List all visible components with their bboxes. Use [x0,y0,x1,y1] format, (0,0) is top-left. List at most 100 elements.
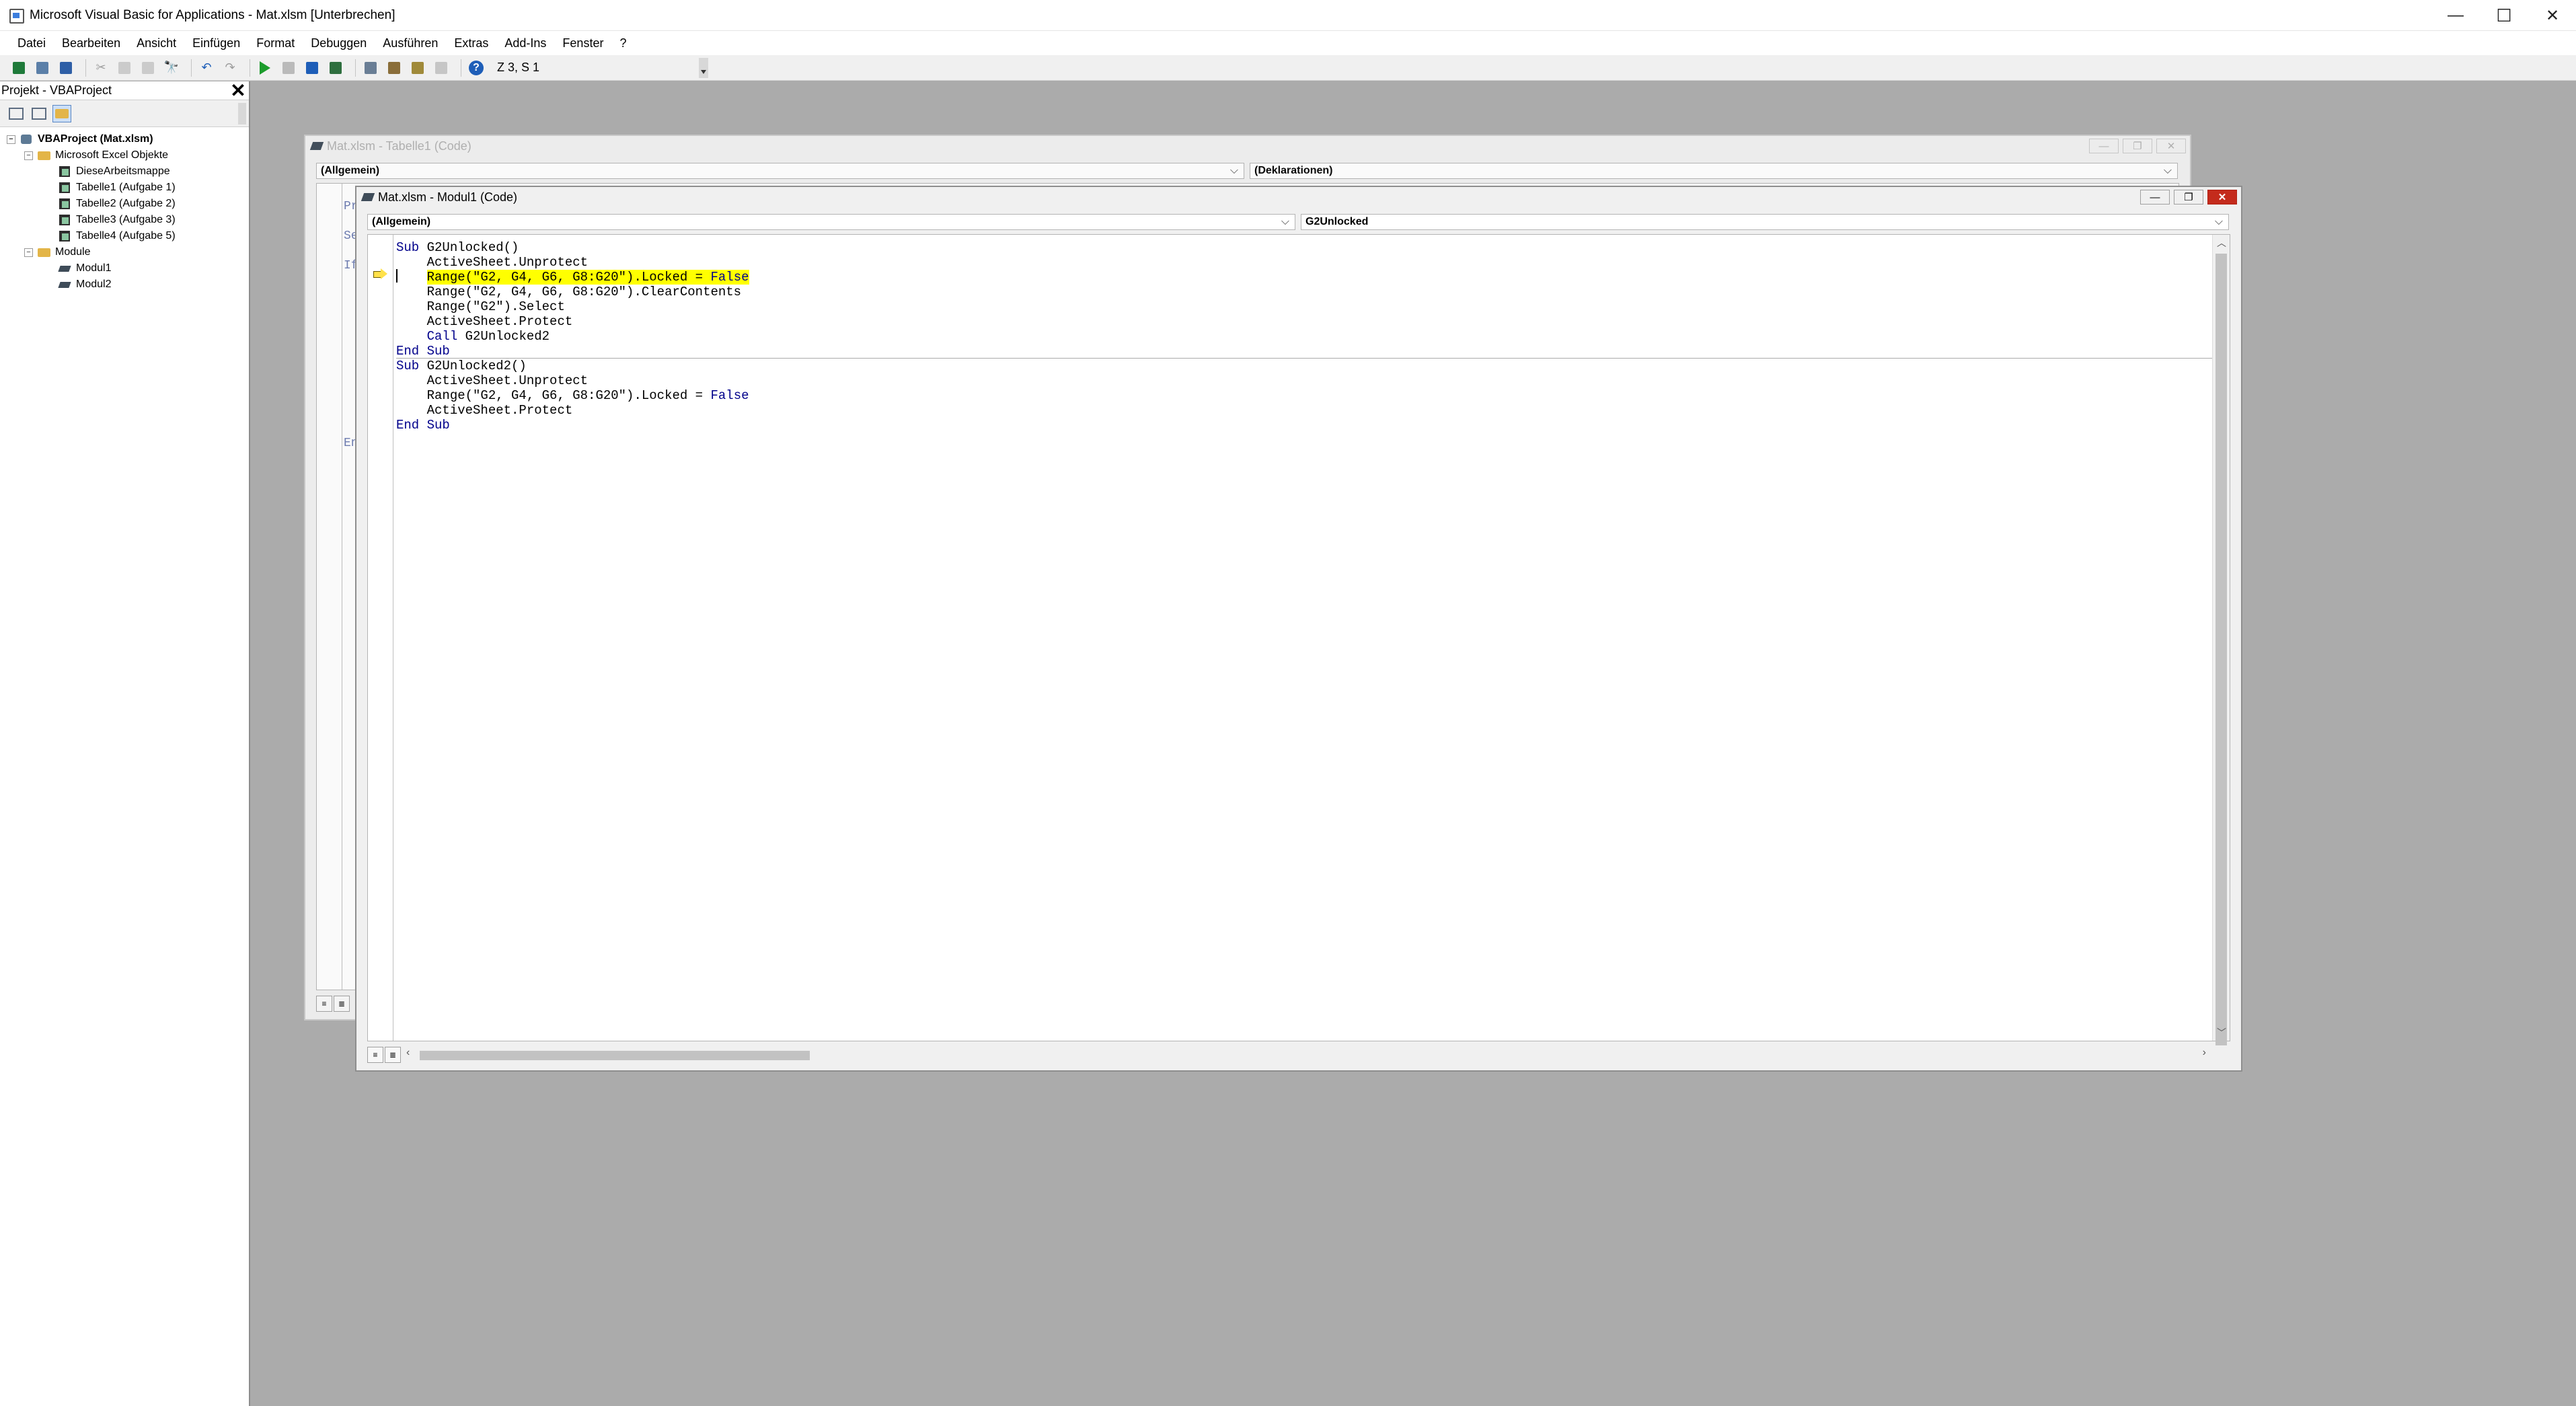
run-icon[interactable] [256,59,274,77]
tree-node-sheet[interactable]: Tabelle1 (Aufgabe 1) [0,180,249,196]
code-line[interactable]: Range("G2, G4, G6, G8:G20").ClearContent… [396,285,749,299]
paste-icon[interactable] [139,59,157,77]
tree-node-module[interactable]: Modul1 [0,260,249,276]
project-explorer-icon[interactable] [361,59,380,77]
close-project-explorer-icon[interactable]: ✕ [229,81,248,100]
close-button[interactable]: ✕ [2515,0,2576,31]
restore-button[interactable]: ❐ [2174,190,2203,205]
code-line[interactable]: Range("G2, G4, G6, G8:G20").Locked = Fal… [396,270,749,285]
code-line[interactable]: ActiveSheet.Unprotect [396,373,749,388]
menu-ansicht[interactable]: Ansicht [128,36,184,50]
menu-fenster[interactable]: Fenster [554,36,611,50]
save-icon[interactable] [56,59,75,77]
code-gutter [317,184,342,990]
scroll-right-icon[interactable]: › [2203,1047,2206,1059]
code-window-titlebar[interactable]: Mat.xlsm - Modul1 (Code) — ❐ ✕ [356,187,2241,207]
standard-toolbar: ✂ 🔭 ↶ ↷ Z 3, S 1 [0,55,2576,81]
code-line[interactable]: Range("G2").Select [396,299,749,314]
toggle-folders-icon[interactable] [52,104,71,122]
code-line[interactable]: Range("G2, G4, G6, G8:G20").Locked = Fal… [396,388,749,403]
code-line[interactable]: End Sub [396,344,749,359]
insert-userform-icon[interactable] [33,59,52,77]
scroll-down-icon[interactable]: ﹀ [2213,1025,2230,1041]
scroll-left-icon[interactable]: ‹ [406,1047,410,1059]
code-editor[interactable]: Sub G2Unlocked() ActiveSheet.Unprotect R… [367,234,2230,1047]
full-module-view-icon[interactable]: ≣ [385,1047,401,1063]
cut-icon[interactable]: ✂ [91,59,110,77]
minimize-button[interactable]: — [2089,139,2119,153]
procedure-view-icon[interactable]: ≡ [367,1047,383,1063]
collapse-toggle[interactable]: − [24,248,33,257]
procedure-view-icon[interactable]: ≡ [316,996,332,1012]
restore-button[interactable]: ❐ [2123,139,2152,153]
worksheet-icon [58,230,73,242]
vertical-scrollbar[interactable]: ︿ ﹀ [2212,235,2230,1047]
menu-format[interactable]: Format [248,36,303,50]
menu-help[interactable]: ? [611,36,634,50]
module-icon [58,279,73,291]
tree-node-sheet[interactable]: Tabelle4 (Aufgabe 5) [0,228,249,244]
help-icon[interactable] [467,59,486,77]
code-line[interactable]: Sub G2Unlocked() [396,240,749,255]
code-line[interactable]: ActiveSheet.Protect [396,314,749,329]
menu-bearbeiten[interactable]: Bearbeiten [54,36,128,50]
tree-node-modules[interactable]: − Module [0,244,249,260]
menu-datei[interactable]: Datei [9,36,54,50]
tree-node-label: Tabelle2 (Aufgabe 2) [76,198,176,209]
undo-icon[interactable]: ↶ [197,59,216,77]
menu-debuggen[interactable]: Debuggen [303,36,375,50]
project-toolbar-grip[interactable] [238,103,246,124]
menu-ausfuehren[interactable]: Ausführen [375,36,446,50]
procedure-combo[interactable]: (Deklarationen) ⌵ [1250,163,2178,179]
code-line[interactable]: ActiveSheet.Protect [396,403,749,418]
properties-icon[interactable] [385,59,404,77]
view-object-icon[interactable] [30,105,48,122]
code-window-modul1[interactable]: Mat.xlsm - Modul1 (Code) — ❐ ✕ (Allgemei… [355,186,2242,1072]
close-button[interactable]: ✕ [2207,190,2237,205]
close-button[interactable]: ✕ [2156,139,2186,153]
pause-icon[interactable] [279,59,298,77]
tree-node-excel-objects[interactable]: − Microsoft Excel Objekte [0,147,249,163]
minimize-button[interactable]: — [2140,190,2170,205]
collapse-toggle[interactable]: − [7,135,15,144]
procedure-combo[interactable]: G2Unlocked ⌵ [1301,214,2229,230]
tree-node-sheet[interactable]: Tabelle3 (Aufgabe 3) [0,212,249,228]
view-code-icon[interactable] [7,105,26,122]
vba-app-icon [8,7,24,24]
project-tree: − VBAProject (Mat.xlsm) − Microsoft Exce… [0,127,249,293]
vertical-scroll-thumb[interactable] [2215,254,2227,1047]
menu-bar: Datei Bearbeiten Ansicht Einfügen Format… [0,31,2576,55]
tree-node-label: Microsoft Excel Objekte [55,149,169,161]
code-line[interactable]: End Sub [396,418,749,433]
toolbar-separator [85,59,86,77]
full-module-view-icon[interactable]: ≣ [334,996,350,1012]
tree-node-sheet[interactable]: Tabelle2 (Aufgabe 2) [0,196,249,212]
object-combo[interactable]: (Allgemein) ⌵ [367,214,1295,230]
code-line[interactable]: Sub G2Unlocked2() [396,359,749,373]
menu-einfuegen[interactable]: Einfügen [184,36,248,50]
collapse-toggle[interactable]: − [24,151,33,160]
copy-icon[interactable] [115,59,134,77]
vba-project-icon [20,133,34,145]
menu-add-ins[interactable]: Add-Ins [496,36,554,50]
reset-icon[interactable] [303,59,321,77]
design-mode-icon[interactable] [326,59,345,77]
horizontal-scroll-thumb[interactable] [420,1051,810,1060]
menu-extras[interactable]: Extras [446,36,496,50]
excel-view-icon[interactable] [9,59,28,77]
find-icon[interactable]: 🔭 [162,59,181,77]
object-browser-icon[interactable] [408,59,427,77]
redo-icon[interactable]: ↷ [221,59,239,77]
toolbox-icon[interactable] [432,59,451,77]
scroll-up-icon[interactable]: ︿ [2213,235,2230,251]
tree-node-module[interactable]: Modul2 [0,276,249,293]
tree-node-workbook[interactable]: DieseArbeitsmappe [0,163,249,180]
code-window-titlebar[interactable]: Mat.xlsm - Tabelle1 (Code) — ❐ ✕ [305,136,2190,156]
code-line[interactable]: ActiveSheet.Unprotect [396,255,749,270]
horizontal-scrollbar[interactable]: ≡ ≣ ‹ › [367,1045,2230,1064]
object-combo[interactable]: (Allgemein) ⌵ [316,163,1244,179]
toolbar-overflow-chevron[interactable] [699,57,708,78]
tree-node-label: Tabelle1 (Aufgabe 1) [76,182,176,193]
tree-node-vbaproject[interactable]: − VBAProject (Mat.xlsm) [0,131,249,147]
code-line[interactable]: Call G2Unlocked2 [396,329,749,344]
